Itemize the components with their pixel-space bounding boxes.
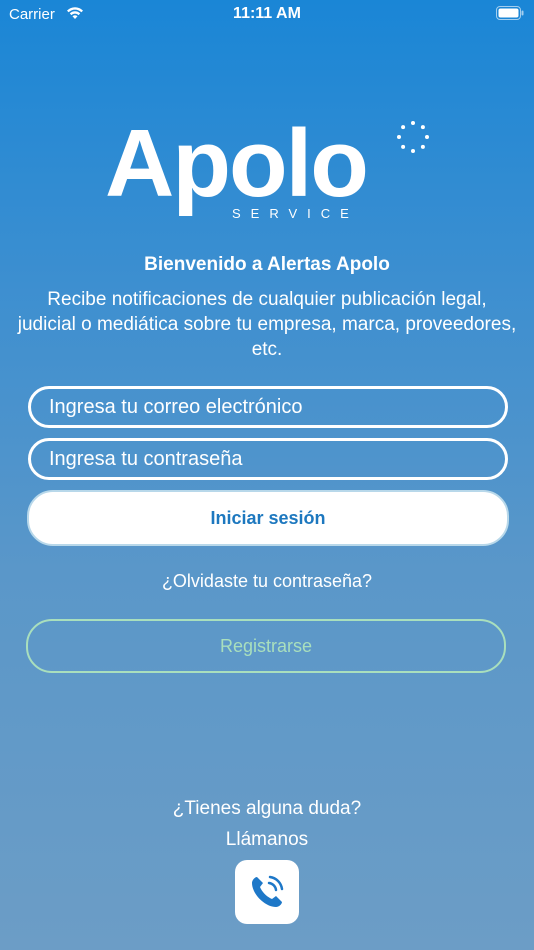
password-field[interactable]: Ingresa tu contraseña: [28, 438, 508, 480]
status-bar: Carrier 11:11 AM: [0, 0, 534, 28]
email-placeholder: Ingresa tu correo electrónico: [49, 395, 303, 418]
phone-call-icon: [252, 875, 284, 907]
welcome-title: Bienvenido a Alertas Apolo: [144, 254, 390, 275]
logo-wordmark: Apolo: [105, 110, 369, 217]
logo-dots-icon: [397, 121, 429, 153]
help-question: ¿Tienes alguna duda?: [172, 798, 362, 819]
call-us-label: Llámanos: [225, 829, 309, 850]
forgot-password-link[interactable]: ¿Olvidaste tu contraseña?: [0, 571, 534, 592]
battery-icon: [496, 6, 524, 20]
welcome-description: Recibe notificaciones de cualquier publi…: [17, 289, 517, 360]
apolo-logo: Apolo SERVICE: [100, 114, 440, 224]
clock: 11:11 AM: [233, 5, 301, 22]
login-button[interactable]: Iniciar sesión: [27, 490, 509, 546]
password-placeholder: Ingresa tu contraseña: [49, 447, 243, 470]
logo-subtitle: SERVICE: [232, 206, 359, 221]
email-field[interactable]: Ingresa tu correo electrónico: [28, 386, 508, 428]
register-button[interactable]: Registrarse: [26, 619, 506, 673]
call-button[interactable]: [235, 860, 299, 924]
